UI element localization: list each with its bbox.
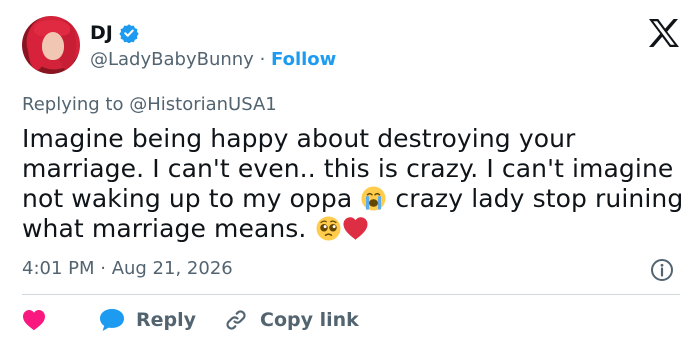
copy-link-button[interactable]: Copy link	[224, 308, 359, 332]
author-name-row: DJ	[90, 22, 139, 44]
replying-to-line: Replying to @HistorianUSA1	[22, 94, 277, 115]
pleading-face-icon	[316, 216, 341, 241]
copy-link-label: Copy link	[260, 309, 359, 331]
replying-to-handle[interactable]: @HistorianUSA1	[129, 94, 277, 115]
reply-button[interactable]: Reply	[98, 308, 196, 332]
avatar-face	[42, 32, 64, 60]
tweet-actions: Reply Copy link	[22, 306, 359, 334]
handle-separator: ·	[259, 49, 266, 70]
loudly-crying-face-icon	[361, 186, 386, 211]
author-handle[interactable]: @LadyBabyBunny	[90, 49, 254, 70]
tweet-timestamp[interactable]: 4:01 PM · Aug 21, 2026	[22, 258, 233, 279]
reply-bubble-icon	[100, 309, 124, 331]
author-display-name[interactable]: DJ	[90, 22, 113, 44]
red-heart-icon	[343, 217, 368, 240]
follow-button[interactable]: Follow	[271, 49, 336, 70]
tweet-text: Imagine being happy about destroying you…	[22, 124, 686, 244]
info-icon[interactable]	[650, 258, 674, 282]
avatar[interactable]	[22, 16, 80, 74]
author-handle-row: @LadyBabyBunny · Follow	[90, 49, 336, 70]
replying-to-label: Replying to	[22, 94, 124, 115]
like-button[interactable]	[22, 309, 46, 331]
x-logo-icon[interactable]	[648, 18, 680, 48]
reply-label: Reply	[136, 309, 197, 331]
link-icon	[226, 310, 246, 330]
heart-icon	[23, 310, 45, 331]
divider	[22, 294, 680, 295]
verified-badge-icon	[119, 24, 139, 43]
